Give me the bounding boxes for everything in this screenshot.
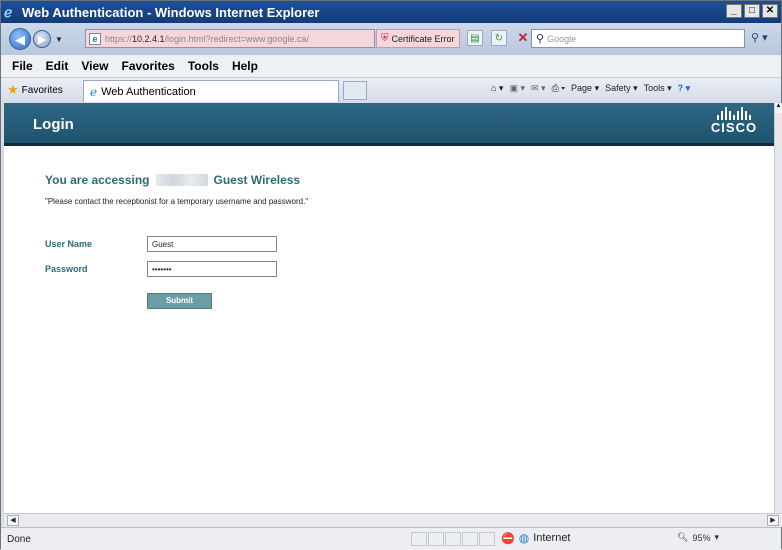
mail-icon[interactable]: ✉ ▾	[531, 83, 546, 94]
cisco-logo: CISCO	[699, 106, 769, 140]
status-panels	[411, 532, 496, 546]
search-icon: ⚲	[536, 33, 545, 45]
zoom-icon: 🔍︎	[677, 532, 689, 542]
favorites-star-icon[interactable]: ★	[7, 82, 19, 98]
heading-suffix: Guest Wireless	[213, 173, 301, 187]
compatibility-view-icon[interactable]: ▤	[467, 30, 483, 46]
feeds-icon[interactable]: ▣ ▾	[509, 83, 525, 94]
menu-favorites[interactable]: Favorites	[121, 59, 174, 73]
certificate-error-label: Certificate Error	[391, 33, 455, 44]
menu-edit[interactable]: Edit	[46, 59, 69, 73]
username-field[interactable]: Guest	[147, 236, 277, 252]
internet-explorer-icon: ℯ	[4, 4, 13, 20]
zoom-dropdown-icon[interactable]: ▾	[714, 532, 719, 543]
security-zone[interactable]: ⛔ ◍ Internet	[501, 531, 571, 545]
status-text: Done	[7, 533, 31, 545]
url-path: /login.html?redirect=www.google.ca/	[164, 33, 309, 44]
vertical-scrollbar[interactable]: ▲	[774, 103, 782, 513]
scroll-up-icon[interactable]: ▲	[775, 103, 782, 113]
password-field[interactable]: •••••••	[147, 261, 277, 277]
address-actions: ▤ ↻ ✕	[467, 30, 531, 46]
globe-icon: ◍	[518, 531, 530, 545]
tools-menu[interactable]: Tools ▾	[644, 83, 672, 94]
username-label: User Name	[45, 239, 93, 249]
back-button[interactable]: ◀	[9, 28, 31, 50]
menu-tools[interactable]: Tools	[188, 59, 219, 73]
logo-word: CISCO	[710, 120, 758, 135]
page-title: Login	[33, 116, 74, 133]
tab-web-authentication[interactable]: ℯ Web Authentication	[83, 80, 339, 102]
recent-pages-dropdown-icon[interactable]: ▼	[55, 35, 63, 44]
menu-file[interactable]: File	[12, 59, 33, 73]
scroll-right-icon[interactable]: ▶	[767, 515, 779, 526]
submit-button[interactable]: Submit	[147, 293, 212, 309]
page-content: Login CISCO You are accessing Guest Wire…	[4, 103, 774, 513]
print-icon[interactable]: ⎙ ▾	[552, 83, 565, 94]
browser-window: ℯ Web Authentication - Windows Internet …	[0, 0, 782, 550]
help-icon[interactable]: ? ▾	[678, 83, 691, 94]
tab-page-icon: ℯ	[90, 84, 98, 99]
favorites-button[interactable]: Favorites	[22, 85, 63, 96]
page-icon: e	[89, 32, 101, 45]
instructions-note: "Please contact the receptionist for a t…	[45, 197, 309, 206]
search-input[interactable]: ⚲ Google	[531, 29, 745, 48]
shield-icon: ⛨	[381, 33, 389, 44]
maximize-button[interactable]: □	[744, 4, 760, 18]
redacted-name	[155, 174, 208, 186]
new-tab-button[interactable]	[343, 81, 367, 100]
home-icon[interactable]: ⌂ ▾	[491, 83, 503, 94]
stop-icon[interactable]: ✕	[515, 30, 531, 46]
menu-view[interactable]: View	[81, 59, 108, 73]
protected-mode-icon: ⛔	[501, 532, 515, 545]
search-placeholder: Google	[547, 33, 577, 44]
cisco-bars-icon	[699, 106, 769, 120]
access-heading: You are accessing Guest Wireless	[45, 173, 300, 187]
horizontal-scrollbar[interactable]: ◀ ▶	[4, 513, 782, 527]
url-host: 10.2.4.1	[132, 33, 165, 44]
close-button[interactable]: ✕	[762, 4, 778, 18]
url-prefix: https://	[105, 33, 133, 44]
address-toolbar: ◀ ▶ ▼ e https:// 10.2.4.1 /login.html?re…	[1, 23, 781, 55]
zoom-control[interactable]: 🔍︎ 95% ▾	[677, 532, 719, 543]
forward-button[interactable]: ▶	[33, 30, 51, 48]
certificate-error-button[interactable]: ⛨ Certificate Error	[376, 29, 460, 48]
zoom-level: 95%	[692, 532, 711, 543]
page-menu[interactable]: Page ▾	[571, 83, 599, 94]
password-label: Password	[45, 264, 88, 274]
scroll-left-icon[interactable]: ◀	[7, 515, 19, 526]
minimize-button[interactable]: _	[726, 4, 742, 18]
favorites-bar: ★ Favorites ℯ Web Authentication ⌂ ▾ ▣ ▾…	[1, 78, 781, 102]
search-button[interactable]: ⚲ ▾	[751, 29, 775, 48]
status-bar: Done ⛔ ◍ Internet 🔍︎ 95% ▾	[1, 527, 781, 550]
menu-bar: File Edit View Favorites Tools Help	[1, 55, 781, 78]
window-title: Web Authentication - Windows Internet Ex…	[22, 4, 320, 20]
heading-prefix: You are accessing	[45, 173, 150, 187]
zone-label: Internet	[533, 532, 571, 544]
window-controls: _ □ ✕	[726, 4, 778, 18]
tab-title: Web Authentication	[101, 85, 196, 98]
title-bar: ℯ Web Authentication - Windows Internet …	[1, 1, 781, 23]
address-field[interactable]: e https:// 10.2.4.1 /login.html?redirect…	[85, 29, 388, 48]
safety-menu[interactable]: Safety ▾	[605, 83, 638, 94]
login-banner: Login CISCO	[4, 103, 774, 146]
menu-help[interactable]: Help	[232, 59, 258, 73]
refresh-icon[interactable]: ↻	[491, 30, 507, 46]
command-bar: ⌂ ▾ ▣ ▾ ✉ ▾ ⎙ ▾ Page ▾ Safety ▾ Tools ▾ …	[491, 83, 690, 94]
